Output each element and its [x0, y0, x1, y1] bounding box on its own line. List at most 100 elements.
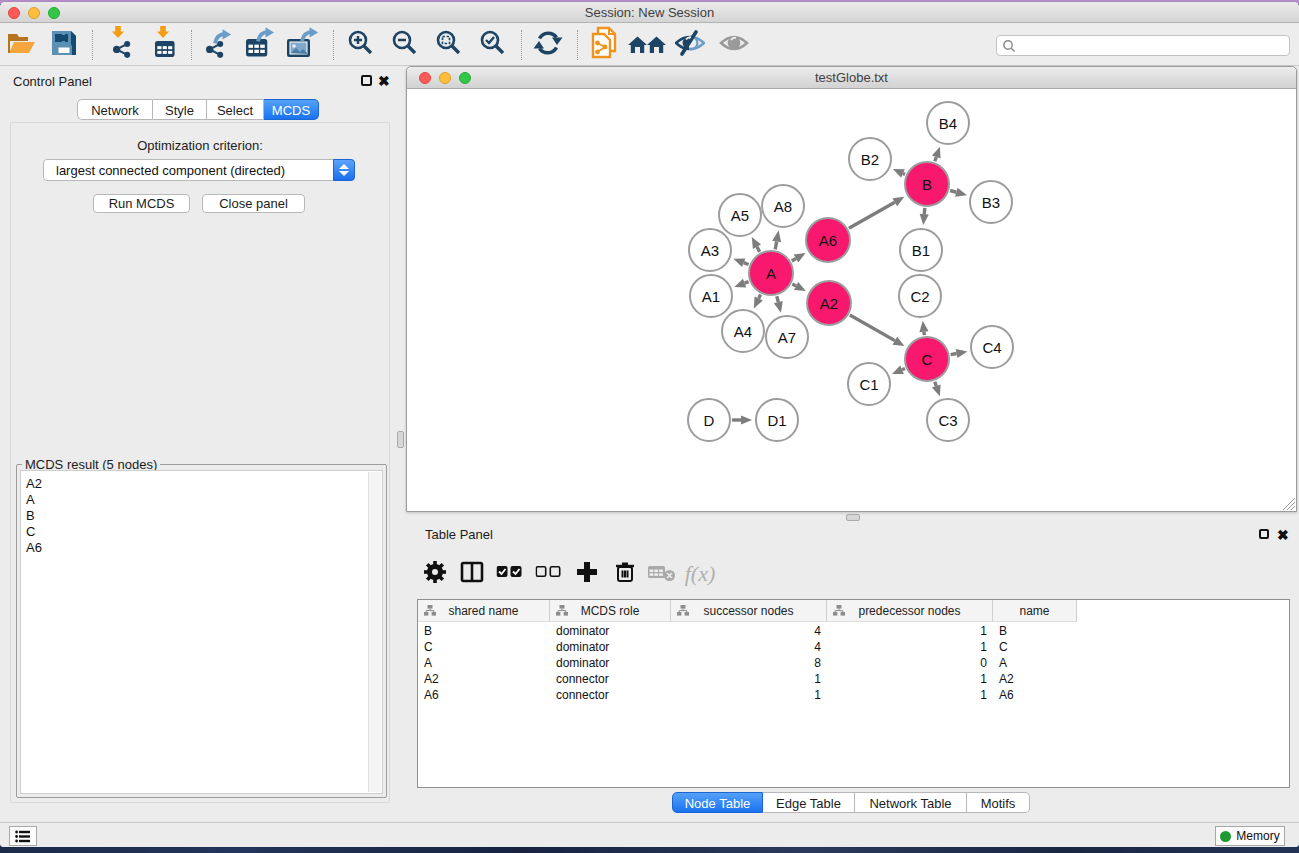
tab-edge-table[interactable]: Edge Table [763, 792, 855, 813]
create-column-icon[interactable] [576, 561, 598, 587]
table-row[interactable]: Bdominator41B [418, 623, 1077, 639]
export-image-icon[interactable] [284, 26, 322, 64]
graph-edge-A-A3[interactable] [744, 263, 749, 265]
graph-edge-C-C1[interactable] [902, 368, 905, 369]
graph-node-C[interactable]: C [905, 337, 949, 381]
cell-MCDS-role[interactable]: dominator [550, 639, 671, 655]
cell-shared-name[interactable]: A [418, 655, 550, 671]
refresh-icon[interactable] [533, 28, 563, 62]
graph-edge-B-B4[interactable] [935, 157, 936, 161]
tab-network-table[interactable]: Network Table [855, 792, 967, 813]
graph-edge-B-B3[interactable] [950, 190, 956, 192]
network-graph-canvas[interactable]: B4B2BB3A5A8A6A3AB1A1A2C2A4A7C4CC1C3DD1 [407, 90, 1296, 512]
mcds-result-item[interactable]: C [21, 524, 382, 540]
close-panel-button[interactable]: Close panel [202, 194, 305, 213]
cell-MCDS-role[interactable]: connector [550, 687, 671, 703]
search-input[interactable] [1019, 37, 1284, 54]
task-history-button[interactable] [9, 826, 37, 846]
table-panel-close-button[interactable]: ✖ [1277, 530, 1289, 541]
tab-mcds[interactable]: MCDS [264, 99, 319, 120]
cell-name[interactable]: A6 [993, 687, 1077, 703]
cell-predecessor-nodes[interactable]: 1 [827, 623, 993, 639]
zoom-selected-icon[interactable] [479, 29, 507, 61]
cell-successor-nodes[interactable]: 8 [671, 655, 827, 671]
cell-successor-nodes[interactable]: 4 [671, 639, 827, 655]
cell-shared-name[interactable]: A6 [418, 687, 550, 703]
cell-predecessor-nodes[interactable]: 1 [827, 639, 993, 655]
cell-successor-nodes[interactable]: 1 [671, 671, 827, 687]
graph-node-D[interactable]: D [688, 399, 730, 441]
graph-edge-A-A7[interactable] [777, 296, 778, 302]
cell-shared-name[interactable]: B [418, 623, 550, 639]
delete-columns-icon[interactable] [614, 561, 636, 587]
graph-node-A6[interactable]: A6 [806, 218, 850, 262]
cell-predecessor-nodes[interactable]: 1 [827, 687, 993, 703]
hide-selected-icon[interactable] [675, 30, 705, 60]
zoom-out-icon[interactable] [391, 29, 419, 61]
graph-node-A4[interactable]: A4 [722, 310, 764, 352]
cell-name[interactable]: A2 [993, 671, 1077, 687]
cell-successor-nodes[interactable]: 1 [671, 687, 827, 703]
select-all-columns-icon[interactable] [497, 561, 524, 587]
graph-node-B[interactable]: B [905, 162, 949, 206]
cell-MCDS-role[interactable]: connector [550, 671, 671, 687]
import-network-icon[interactable] [105, 26, 137, 64]
duplicate-network-icon[interactable] [589, 25, 621, 65]
graph-node-A5[interactable]: A5 [719, 194, 761, 236]
cell-shared-name[interactable]: C [418, 639, 550, 655]
cell-MCDS-role[interactable]: dominator [550, 623, 671, 639]
save-session-icon[interactable] [48, 27, 80, 63]
graph-edge-A-A6[interactable] [792, 259, 796, 261]
vertical-splitter-gripper[interactable] [397, 431, 404, 448]
control-panel-close-button[interactable]: ✖ [378, 76, 390, 87]
table-row[interactable]: Adominator80A [418, 655, 1077, 671]
network-overview-icon[interactable] [628, 28, 666, 62]
graph-node-B2[interactable]: B2 [849, 138, 891, 180]
tab-motifs[interactable]: Motifs [967, 792, 1030, 813]
result-list-scrollbar[interactable] [368, 472, 381, 792]
criterion-dropdown[interactable]: largest connected component (directed) [43, 159, 355, 181]
mcds-result-item[interactable]: B [21, 508, 382, 524]
graph-edge-C-C4[interactable] [951, 354, 957, 355]
graph-edge-A-A8[interactable] [775, 241, 776, 249]
table-options-icon[interactable] [424, 561, 446, 587]
control-panel-float-button[interactable] [361, 75, 372, 86]
tab-network[interactable]: Network [77, 99, 153, 120]
cell-MCDS-role[interactable]: dominator [550, 655, 671, 671]
cell-predecessor-nodes[interactable]: 1 [827, 671, 993, 687]
graph-edge-C-C3[interactable] [935, 382, 936, 386]
table-row[interactable]: A6connector11A6 [418, 687, 1077, 703]
graph-node-B4[interactable]: B4 [927, 102, 969, 144]
table-row[interactable]: A2connector11A2 [418, 671, 1077, 687]
graph-edge-B-B1[interactable] [924, 208, 925, 214]
graph-node-A7[interactable]: A7 [766, 316, 808, 358]
tab-style[interactable]: Style [153, 99, 207, 120]
mcds-result-list[interactable]: A2ABCA6 [20, 470, 383, 794]
graph-node-C4[interactable]: C4 [971, 326, 1013, 368]
tab-node-table[interactable]: Node Table [672, 792, 763, 813]
column-header-successor-nodes[interactable]: successor nodes [671, 600, 827, 622]
cell-predecessor-nodes[interactable]: 0 [827, 655, 993, 671]
tab-select[interactable]: Select [207, 99, 264, 120]
graph-node-B1[interactable]: B1 [900, 229, 942, 271]
graph-node-A[interactable]: A [749, 251, 793, 295]
graph-node-D1[interactable]: D1 [756, 399, 798, 441]
horizontal-splitter-gripper[interactable] [846, 514, 860, 521]
show-all-icon[interactable] [719, 31, 749, 59]
graph-node-A8[interactable]: A8 [762, 185, 804, 227]
unselect-all-columns-icon[interactable] [536, 561, 563, 587]
export-network-icon[interactable] [202, 26, 236, 64]
zoom-fit-icon[interactable] [435, 29, 463, 61]
graph-edge-A-A2[interactable] [792, 284, 796, 286]
graph-node-A1[interactable]: A1 [690, 275, 732, 317]
memory-button[interactable]: Memory [1215, 826, 1285, 846]
graph-edge-B-B2[interactable] [903, 173, 905, 174]
column-header-MCDS-role[interactable]: MCDS role [550, 600, 671, 622]
search-box[interactable] [996, 35, 1290, 56]
graph-node-A2[interactable]: A2 [807, 281, 851, 325]
table-row[interactable]: Cdominator41C [418, 639, 1077, 655]
graph-edge-A-A4[interactable] [759, 295, 761, 299]
column-header-predecessor-nodes[interactable]: predecessor nodes [827, 600, 993, 622]
run-mcds-button[interactable]: Run MCDS [93, 194, 190, 213]
graph-edge-A-A1[interactable] [745, 282, 749, 284]
